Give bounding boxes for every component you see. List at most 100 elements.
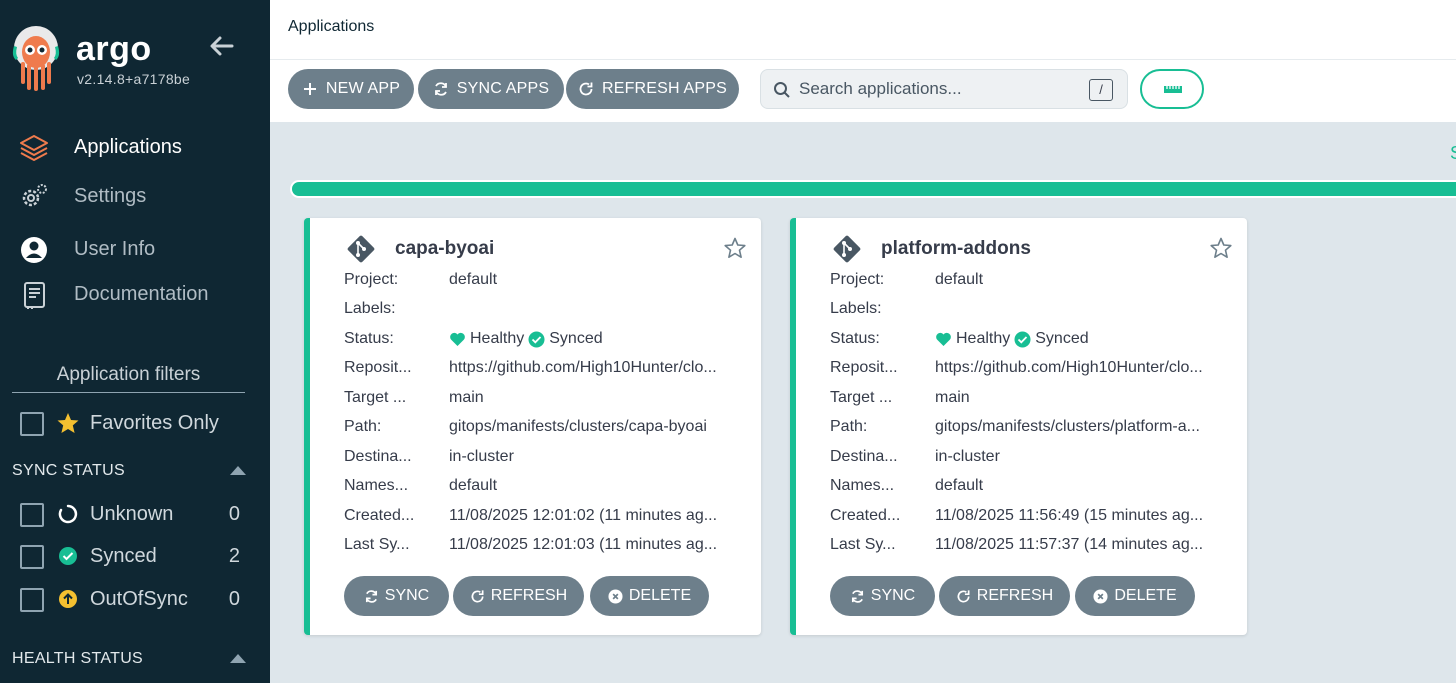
arrow-left-icon [210, 36, 234, 56]
status-key: Status: [830, 330, 880, 347]
nav-label: Settings [74, 185, 147, 207]
target-key: Target ... [830, 389, 893, 406]
star-icon [57, 413, 79, 433]
filter-synced[interactable]: Synced 2 [18, 542, 242, 572]
search-bar[interactable]: / [760, 69, 1128, 109]
status-value: Healthy Synced [935, 330, 1220, 348]
refresh-label: REFRESH [976, 587, 1054, 604]
delete-button[interactable]: DELETE [1075, 576, 1195, 616]
destination-value: in-cluster [935, 448, 1000, 465]
favorites-filter[interactable]: Favorites Only [18, 409, 258, 439]
path-value: gitops/manifests/clusters/capa-byoai [449, 418, 707, 435]
check-circle-icon [1014, 331, 1031, 347]
app-name[interactable]: platform-addons [881, 238, 1031, 260]
search-input[interactable] [799, 76, 1079, 102]
new-app-button[interactable]: NEW APP [288, 69, 414, 109]
status-key: Status: [344, 330, 394, 347]
filter-count: 0 [228, 588, 240, 610]
gears-icon [22, 184, 47, 207]
caret-up-icon [230, 654, 246, 663]
last-sync-row: Last Sy... 11/08/2025 12:01:03 (11 minut… [344, 536, 734, 558]
app-name[interactable]: capa-byoai [395, 238, 494, 260]
sync-icon [434, 82, 447, 96]
argo-logo[interactable] [10, 26, 62, 92]
collapse-sidebar-button[interactable] [206, 32, 236, 60]
filter-label: Synced [90, 545, 157, 567]
out-of-sync-checkbox[interactable] [20, 588, 44, 612]
nav-user-info[interactable]: User Info [0, 229, 270, 269]
nav-label: Applications [74, 136, 182, 158]
sync-apps-button[interactable]: SYNC APPS [418, 69, 564, 109]
star-outline-icon[interactable] [1209, 236, 1233, 260]
project-key: Project: [344, 271, 399, 288]
namespace-row: Names... default [830, 477, 1220, 499]
sync-apps-label: SYNC APPS [456, 80, 550, 97]
favorites-label: Favorites Only [90, 412, 219, 434]
synced-checkbox[interactable] [20, 545, 44, 569]
toolbar: NEW APP SYNC APPS REFRESH APPS / [270, 60, 1456, 122]
last-sync-row: Last Sy... 11/08/2025 11:57:37 (14 minut… [830, 536, 1220, 558]
times-circle-icon [608, 588, 623, 604]
target-key: Target ... [344, 389, 407, 406]
status-row: Status: Healthy Synced [344, 330, 734, 352]
filter-out-of-sync[interactable]: OutOfSync 0 [18, 585, 242, 615]
sync-icon [851, 589, 863, 603]
view-toggle-button[interactable] [1140, 69, 1204, 109]
sync-status-header[interactable]: SYNC STATUS [12, 460, 248, 484]
brand-name: argo [76, 30, 152, 68]
app-card[interactable]: platform-addons Project: default Labels:… [790, 218, 1247, 635]
created-key: Created... [830, 507, 901, 524]
unknown-checkbox[interactable] [20, 503, 44, 527]
project-row: Project: default [344, 271, 734, 293]
target-value: main [935, 389, 970, 406]
plus-icon [303, 83, 316, 95]
target-value: main [449, 389, 484, 406]
repository-row: Reposit... https://github.com/High10Hunt… [830, 359, 1220, 381]
sync-button[interactable]: SYNC [344, 576, 449, 616]
check-circle-icon [59, 547, 77, 565]
sync-button[interactable]: SYNC [830, 576, 935, 616]
arrow-up-circle-icon [59, 590, 77, 608]
namespace-value: default [449, 477, 498, 494]
refresh-button[interactable]: REFRESH [453, 576, 584, 616]
repository-key: Reposit... [344, 359, 412, 376]
nav-documentation[interactable]: Documentation [0, 274, 270, 314]
path-row: Path: gitops/manifests/clusters/capa-byo… [344, 418, 734, 440]
version-label: v2.14.8+a7178be [77, 71, 191, 87]
filter-unknown[interactable]: Unknown 0 [18, 500, 242, 530]
path-key: Path: [830, 418, 868, 435]
favorites-checkbox[interactable] [20, 412, 44, 436]
delete-label: DELETE [628, 587, 692, 604]
star-outline-icon[interactable] [723, 236, 747, 260]
nav-settings[interactable]: Settings [0, 176, 270, 216]
times-circle-icon [1093, 588, 1108, 604]
check-circle-icon [528, 331, 545, 347]
health-status-header[interactable]: HEALTH STATUS [12, 648, 248, 672]
labels-row: Labels: [830, 300, 1220, 322]
target-row: Target ... main [344, 389, 734, 411]
delete-button[interactable]: DELETE [590, 576, 709, 616]
layers-icon [20, 135, 48, 161]
created-value: 11/08/2025 11:56:49 (15 minutes ag... [935, 507, 1204, 524]
refresh-icon [471, 589, 484, 602]
project-key: Project: [830, 271, 885, 288]
refresh-label: REFRESH [490, 587, 568, 604]
project-row: Project: default [830, 271, 1220, 293]
git-icon [833, 235, 861, 263]
destination-value: in-cluster [449, 448, 514, 465]
status-progress-bar [290, 180, 1456, 198]
namespace-key: Names... [830, 477, 895, 494]
repository-row: Reposit... https://github.com/High10Hunt… [344, 359, 734, 381]
edge-link-text[interactable]: S [1450, 143, 1456, 164]
heart-icon [450, 332, 465, 346]
app-card[interactable]: capa-byoai Project: default Labels: Stat… [304, 218, 761, 635]
repository-value: https://github.com/High10Hunter/clo... [449, 359, 717, 376]
heart-icon [936, 332, 951, 346]
refresh-apps-button[interactable]: REFRESH APPS [566, 69, 739, 109]
filters-title: Application filters [12, 364, 245, 393]
new-app-label: NEW APP [325, 80, 401, 97]
nav-applications[interactable]: Applications [0, 127, 270, 167]
namespace-row: Names... default [344, 477, 734, 499]
refresh-button[interactable]: REFRESH [939, 576, 1070, 616]
refresh-apps-label: REFRESH APPS [601, 80, 728, 97]
